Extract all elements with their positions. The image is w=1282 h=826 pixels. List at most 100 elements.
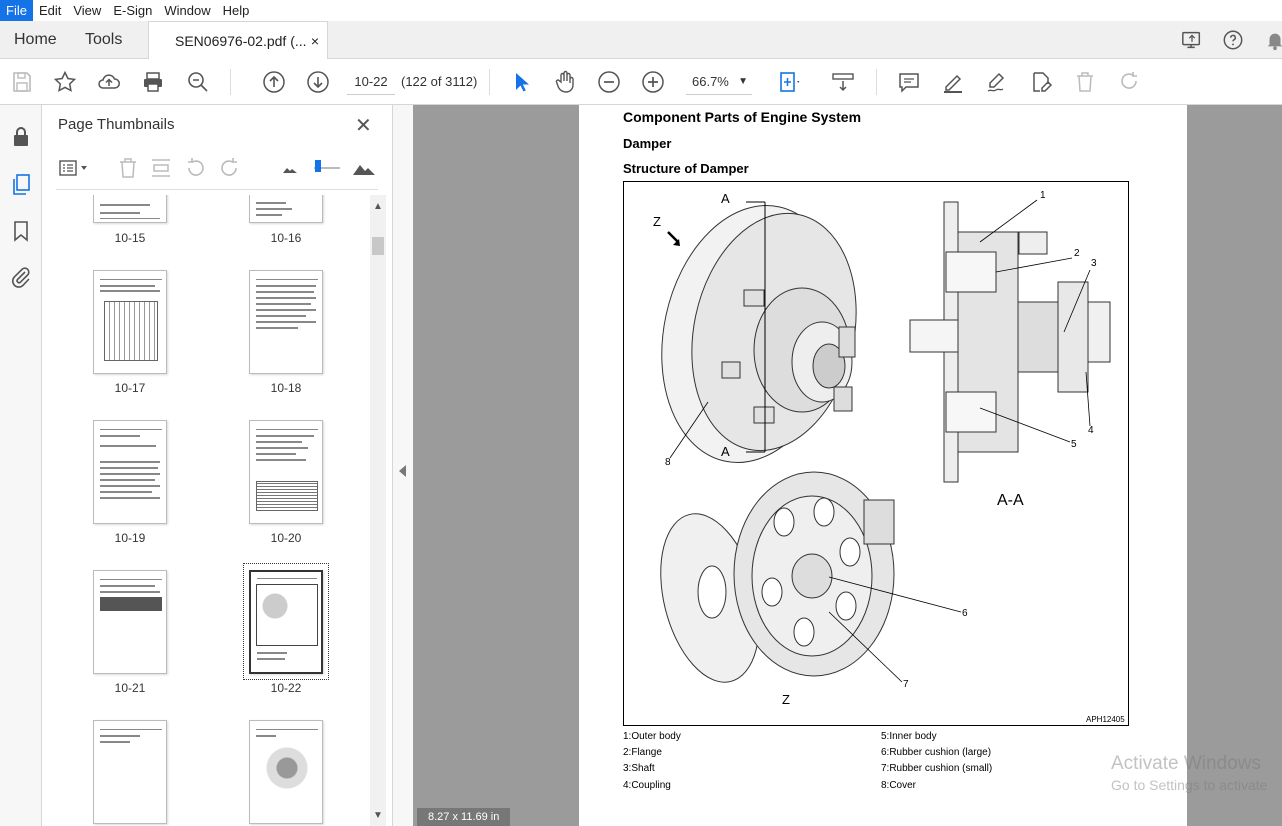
page-fit-icon[interactable] (777, 70, 801, 94)
page-thumbnail[interactable] (249, 420, 323, 524)
section-aa-label: A-A (997, 492, 1024, 509)
tab-document[interactable]: SEN06976-02.pdf (... × (148, 21, 328, 60)
page-thumbnail[interactable] (249, 720, 323, 824)
tab-tools[interactable]: Tools (85, 21, 122, 59)
legend-item: 7:Rubber cushion (small) (881, 763, 993, 774)
previous-page-icon[interactable] (262, 70, 286, 94)
notifications-bell-icon[interactable] (1264, 29, 1282, 51)
thumbnail-size-large-icon[interactable] (352, 156, 376, 180)
delete-page-icon[interactable] (116, 156, 140, 180)
panel-collapse-handle[interactable] (393, 105, 413, 826)
scrollbar-thumb[interactable] (372, 237, 384, 255)
page-thumbnail[interactable] (93, 570, 167, 674)
section-a-bottom-label: A (721, 444, 730, 459)
options-menu-icon[interactable] (58, 156, 90, 180)
zoom-in-icon[interactable] (641, 70, 665, 94)
save-icon[interactable] (10, 70, 34, 94)
close-tab-icon[interactable]: × (311, 22, 319, 60)
page-size-badge: 8.27 x 11.69 in (417, 808, 511, 826)
menu-help[interactable]: Help (217, 0, 256, 21)
callout-7: 7 (903, 679, 909, 690)
fill-sign-icon[interactable] (1029, 70, 1053, 94)
watermark-line-2: Go to Settings to activate (1111, 777, 1268, 793)
callout-4: 4 (1088, 425, 1094, 436)
thumbnail-label: 10-16 (270, 231, 302, 245)
legend-item: 8:Cover (881, 780, 917, 791)
thumbnail-label: 10-21 (114, 681, 146, 695)
legend-item: 6:Rubber cushion (large) (881, 747, 992, 758)
page-thumbnail[interactable] (93, 720, 167, 824)
pdf-page: Component Parts of Engine System Damper … (579, 105, 1187, 826)
view-z-label: Z (782, 692, 790, 707)
collapse-arrow-icon (399, 465, 406, 477)
document-viewer[interactable]: Component Parts of Engine System Damper … (413, 105, 1282, 826)
rotate-counterclockwise-icon[interactable] (184, 156, 208, 180)
page-number-input[interactable]: 10-22 (347, 69, 395, 95)
close-panel-icon[interactable]: ✕ (355, 113, 372, 138)
legend-item: 5:Inner body (881, 731, 937, 742)
thumbnail-list: 10-15 10-16 10-17 10-18 10-19 10-20 10-2… (42, 195, 372, 826)
page-thumbnail[interactable] (93, 420, 167, 524)
print-icon[interactable] (141, 70, 165, 94)
callout-8: 8 (665, 457, 671, 468)
comment-icon[interactable] (897, 70, 921, 94)
page-thumbnails-icon[interactable] (9, 173, 33, 197)
view-z-arrow-label: Z (653, 214, 661, 229)
share-screen-icon[interactable] (1181, 29, 1203, 51)
menu-window[interactable]: Window (158, 0, 216, 21)
activate-windows-watermark: Activate Windows Go to Settings to activ… (1111, 753, 1267, 793)
bookmarks-icon[interactable] (9, 219, 33, 243)
tab-bar: Home Tools SEN06976-02.pdf (... × (0, 21, 1282, 60)
help-icon[interactable] (1222, 29, 1244, 51)
thumbnail-label: 10-22 (270, 681, 302, 695)
tab-home[interactable]: Home (14, 21, 57, 59)
thumbnail-scrollbar[interactable]: ▲ ▼ (370, 195, 386, 826)
zoom-out-icon[interactable] (597, 70, 621, 94)
legend-item: 1:Outer body (623, 731, 681, 742)
select-cursor-icon[interactable] (509, 70, 533, 94)
zoom-level-dropdown[interactable]: 66.7% ▼ (686, 69, 752, 95)
page-heading: Component Parts of Engine System (623, 109, 862, 125)
page-thumbnail[interactable] (249, 270, 323, 374)
chevron-down-icon: ▼ (738, 76, 748, 87)
figure-code: APH12405 (1086, 715, 1125, 724)
menu-esign[interactable]: E-Sign (107, 0, 158, 21)
upload-cloud-icon[interactable] (97, 70, 121, 94)
redo-icon[interactable] (1117, 70, 1141, 94)
thumbnail-size-small-icon[interactable] (278, 156, 302, 180)
callout-1: 1 (1040, 190, 1046, 201)
thumbnail-toolbar (56, 150, 378, 190)
tab-document-title: SEN06976-02.pdf (... (175, 33, 307, 49)
menu-file[interactable]: File (0, 0, 33, 21)
thumbnail-label: 10-17 (114, 381, 146, 395)
extract-pages-icon[interactable] (149, 156, 173, 180)
section-title: Structure of Damper (623, 161, 749, 176)
page-thumbnail[interactable] (249, 195, 323, 223)
highlight-pen-icon[interactable] (941, 70, 965, 94)
lock-icon[interactable] (9, 125, 33, 149)
next-page-icon[interactable] (306, 70, 330, 94)
page-count: (122 of 3112) (401, 74, 478, 89)
menu-view[interactable]: View (67, 0, 107, 21)
panel-title: Page Thumbnails (58, 116, 175, 133)
bookmark-star-icon[interactable] (53, 70, 77, 94)
page-thumbnail[interactable] (93, 195, 167, 223)
rotate-clockwise-icon[interactable] (217, 156, 241, 180)
left-navigation-rail (0, 105, 42, 826)
legend-item: 2:Flange (623, 747, 662, 758)
callout-3: 3 (1091, 258, 1097, 269)
menu-edit[interactable]: Edit (33, 0, 67, 21)
draw-signature-icon[interactable] (985, 70, 1009, 94)
watermark-line-1: Activate Windows (1111, 753, 1261, 774)
page-thumbnail[interactable] (93, 270, 167, 374)
hand-tool-icon[interactable] (553, 70, 577, 94)
zoom-search-icon[interactable] (186, 70, 210, 94)
section-a-top-label: A (721, 191, 730, 206)
main-toolbar: 10-22 (122 of 3112) 66.7% ▼ (0, 59, 1282, 105)
thumbnail-label: 10-20 (270, 531, 302, 545)
thumbnail-size-slider[interactable] (310, 156, 342, 180)
attachments-paperclip-icon[interactable] (9, 265, 33, 289)
delete-icon[interactable] (1073, 70, 1097, 94)
scroll-mode-icon[interactable] (831, 70, 855, 94)
page-thumbnail-selected[interactable] (249, 570, 323, 674)
